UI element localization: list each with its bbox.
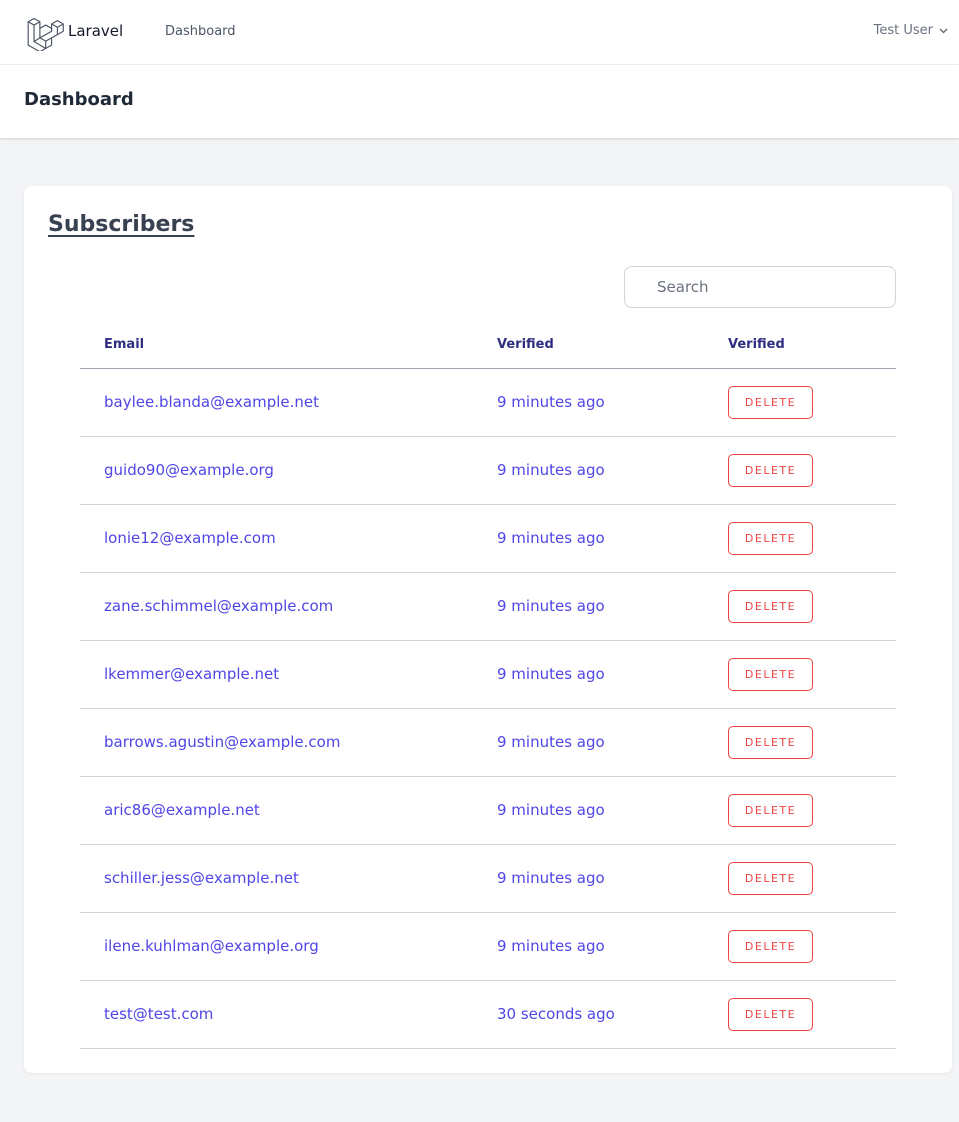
table-row: schiller.jess@example.net 9 minutes ago … [80, 845, 896, 913]
verified-time: 9 minutes ago [497, 801, 605, 819]
subscribers-table: Email Verified Verified baylee.blanda@ex… [80, 326, 896, 1049]
user-name: Test User [873, 23, 933, 38]
verified-time: 9 minutes ago [497, 393, 605, 411]
page-title: Dashboard [24, 89, 134, 110]
verified-time: 9 minutes ago [497, 665, 605, 683]
verified-time: 9 minutes ago [497, 937, 605, 955]
table-row: lonie12@example.com 9 minutes ago DELETE [80, 505, 896, 573]
table-row: test@test.com 30 seconds ago DELETE [80, 981, 896, 1049]
top-navigation: Laravel Dashboard Test User [0, 0, 959, 65]
subscriber-email: lonie12@example.com [104, 529, 276, 547]
nav-link-dashboard[interactable]: Dashboard [165, 24, 236, 39]
table-row: aric86@example.net 9 minutes ago DELETE [80, 777, 896, 845]
delete-button[interactable]: DELETE [728, 454, 813, 487]
subscribers-title: Subscribers [48, 212, 195, 237]
subscriber-email: test@test.com [104, 1005, 214, 1023]
user-menu[interactable]: Test User [874, 23, 948, 38]
laravel-logo-icon[interactable] [26, 13, 64, 51]
column-header-verified: Verified [497, 337, 554, 352]
chevron-down-icon [939, 27, 948, 34]
delete-button[interactable]: DELETE [728, 726, 813, 759]
verified-time: 9 minutes ago [497, 869, 605, 887]
table-row: lkemmer@example.net 9 minutes ago DELETE [80, 641, 896, 709]
subscriber-email: barrows.agustin@example.com [104, 733, 341, 751]
table-header: Email Verified Verified [80, 326, 896, 369]
brand-name[interactable]: Laravel [68, 22, 123, 40]
verified-time: 9 minutes ago [497, 597, 605, 615]
delete-button[interactable]: DELETE [728, 930, 813, 963]
subscriber-email: aric86@example.net [104, 801, 260, 819]
subscriber-email: zane.schimmel@example.com [104, 597, 334, 615]
table-row: zane.schimmel@example.com 9 minutes ago … [80, 573, 896, 641]
subscriber-email: ilene.kuhlman@example.org [104, 937, 319, 955]
table-row: ilene.kuhlman@example.org 9 minutes ago … [80, 913, 896, 981]
subscriber-email: schiller.jess@example.net [104, 869, 299, 887]
column-header-email: Email [104, 337, 145, 352]
page-header: Dashboard [0, 65, 959, 138]
delete-button[interactable]: DELETE [728, 862, 813, 895]
search-input[interactable] [624, 266, 896, 308]
delete-button[interactable]: DELETE [728, 658, 813, 691]
subscribers-card: Subscribers Email Verified Verified bayl… [24, 186, 952, 1073]
table-row: guido90@example.org 9 minutes ago DELETE [80, 437, 896, 505]
delete-button[interactable]: DELETE [728, 590, 813, 623]
subscriber-email: baylee.blanda@example.net [104, 393, 320, 411]
column-header-actions: Verified [728, 337, 785, 352]
delete-button[interactable]: DELETE [728, 998, 813, 1031]
verified-time: 9 minutes ago [497, 461, 605, 479]
subscriber-email: guido90@example.org [104, 461, 274, 479]
subscriber-email: lkemmer@example.net [104, 665, 280, 683]
verified-time: 30 seconds ago [497, 1005, 615, 1023]
verified-time: 9 minutes ago [497, 529, 605, 547]
delete-button[interactable]: DELETE [728, 522, 813, 555]
table-row: barrows.agustin@example.com 9 minutes ag… [80, 709, 896, 777]
table-row: baylee.blanda@example.net 9 minutes ago … [80, 369, 896, 437]
delete-button[interactable]: DELETE [728, 386, 813, 419]
verified-time: 9 minutes ago [497, 733, 605, 751]
delete-button[interactable]: DELETE [728, 794, 813, 827]
